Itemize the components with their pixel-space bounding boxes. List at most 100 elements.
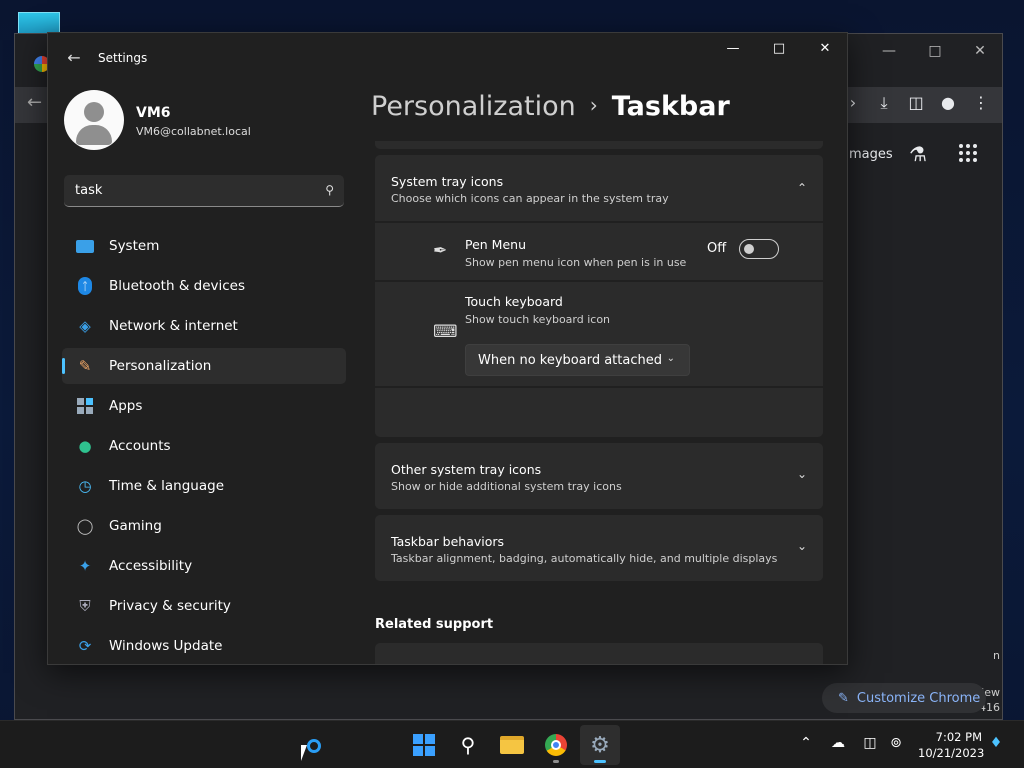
minimize-icon[interactable]: —: [718, 41, 748, 61]
google-apps-icon[interactable]: [959, 144, 977, 162]
brush-icon: ✎: [78, 357, 92, 375]
settings-search-box[interactable]: ⚲: [64, 175, 344, 207]
taskbar-clock[interactable]: 7:02 PM 10/21/2023: [918, 729, 984, 761]
start-button[interactable]: [404, 725, 444, 765]
sidebar-item-label: System: [109, 238, 160, 254]
chevron-up-icon[interactable]: ⌃: [797, 181, 807, 195]
chevron-right-icon: ›: [589, 93, 598, 117]
customize-chrome-label: Customize Chrome: [856, 690, 981, 706]
other-tray-title: Other system tray icons: [391, 462, 542, 477]
sidebar-item-accessibility[interactable]: ✦ Accessibility: [62, 548, 346, 584]
maximize-icon[interactable]: □: [764, 41, 794, 61]
sidebar-item-time-language[interactable]: ◷ Time & language: [62, 468, 346, 504]
pen-menu-row: ✒ Pen Menu Show pen menu icon when pen i…: [375, 223, 823, 280]
kebab-menu-icon[interactable]: ⋮: [969, 93, 993, 112]
onedrive-icon[interactable]: ☁: [828, 735, 848, 751]
other-tray-expander[interactable]: Other system tray icons Show or hide add…: [375, 443, 823, 509]
sidebar-item-label: Gaming: [109, 518, 162, 534]
cortana-icon[interactable]: [307, 739, 321, 753]
search-icon[interactable]: ⚲: [325, 183, 334, 197]
related-support-card[interactable]: [375, 643, 823, 664]
sidebar-item-system[interactable]: System: [62, 228, 346, 264]
shield-icon: ⛨: [79, 597, 91, 615]
settings-taskbar-button[interactable]: ⚙: [580, 725, 620, 765]
sidebar-item-label: Accounts: [109, 438, 171, 454]
sidebar-item-apps[interactable]: Apps: [62, 388, 346, 424]
sidebar-item-windows-update[interactable]: ⟳ Windows Update: [62, 628, 346, 664]
sidebar-nav: System ᛏ Bluetooth & devices ◈ Network &…: [62, 228, 346, 664]
chrome-back-icon[interactable]: ←: [27, 92, 42, 113]
breadcrumb: Personalization › Taskbar: [371, 91, 730, 122]
chevron-up-icon[interactable]: ⌃: [796, 735, 816, 751]
touch-keyboard-dropdown[interactable]: When no keyboard attached ⌄: [465, 344, 690, 376]
edge-text: n: [993, 649, 1000, 662]
system-tray-expander[interactable]: System tray icons Choose which icons can…: [375, 155, 823, 221]
chrome-close-icon[interactable]: ✕: [970, 43, 990, 59]
user-email: VM6@collabnet.local: [136, 125, 251, 138]
pen-menu-title: Pen Menu: [465, 237, 526, 252]
app-title: Settings: [98, 51, 148, 65]
customize-chrome-button[interactable]: ✎ Customize Chrome: [822, 683, 986, 713]
related-support-heading: Related support: [375, 617, 494, 632]
sidebar-item-privacy[interactable]: ⛨ Privacy & security: [62, 588, 346, 624]
avatar[interactable]: [64, 90, 124, 150]
person-icon: ●: [78, 437, 92, 455]
sidebar-item-label: Windows Update: [109, 638, 223, 654]
profile-icon[interactable]: ●: [936, 93, 960, 112]
touch-keyboard-row: ⌨ Touch keyboard Show touch keyboard ico…: [375, 282, 823, 386]
download-icon[interactable]: ⤓: [872, 93, 896, 113]
gamepad-icon: ◯: [76, 517, 94, 535]
user-name: VM6: [136, 105, 171, 121]
back-arrow-icon[interactable]: ←: [64, 48, 84, 67]
pen-menu-desc: Show pen menu icon when pen is in use: [465, 256, 687, 269]
search-button[interactable]: ⚲: [448, 725, 488, 765]
labs-flask-icon[interactable]: ⚗: [909, 142, 927, 166]
chevron-down-icon[interactable]: ⌄: [797, 539, 807, 553]
taskbar-behaviors-title: Taskbar behaviors: [391, 534, 505, 549]
globe-clock-icon: ◷: [78, 477, 92, 495]
settings-window: ← Settings — □ ✕ VM6 VM6@collabnet.local…: [47, 32, 848, 665]
system-tray-desc: Choose which icons can appear in the sys…: [391, 192, 669, 205]
images-link[interactable]: mages: [849, 147, 893, 162]
chevron-down-icon[interactable]: ⌄: [797, 467, 807, 481]
accessibility-icon: ✦: [78, 557, 92, 575]
sidebar-item-label: Time & language: [109, 478, 225, 494]
display-icon[interactable]: ◫: [860, 735, 880, 751]
sidebar-item-accounts[interactable]: ● Accounts: [62, 428, 346, 464]
chevron-down-icon: ⌄: [666, 353, 675, 364]
sidebar-item-network[interactable]: ◈ Network & internet: [62, 308, 346, 344]
taskbar-behaviors-desc: Taskbar alignment, badging, automaticall…: [391, 552, 778, 565]
touch-keyboard-desc: Show touch keyboard icon: [465, 313, 611, 326]
pencil-icon: ✎: [838, 690, 849, 706]
page-title: Taskbar: [611, 91, 730, 122]
pen-menu-toggle[interactable]: [739, 239, 779, 259]
chrome-maximize-icon[interactable]: □: [925, 43, 945, 59]
chrome-taskbar-button[interactable]: [536, 725, 576, 765]
close-icon[interactable]: ✕: [810, 41, 840, 61]
title-bar: ← Settings — □ ✕: [48, 33, 847, 83]
sidebar-item-bluetooth[interactable]: ᛏ Bluetooth & devices: [62, 268, 346, 304]
sidebar-item-label: Apps: [109, 398, 143, 414]
monitor-icon: [75, 236, 95, 256]
apps-icon: [75, 396, 95, 416]
previous-card-edge: [375, 141, 823, 149]
chrome-minimize-icon[interactable]: —: [879, 43, 899, 59]
network-disconnected-icon[interactable]: ⊚: [886, 735, 906, 751]
wifi-icon: ◈: [79, 317, 91, 335]
chrome-icon: [545, 734, 567, 756]
sidebar-item-gaming[interactable]: ◯ Gaming: [62, 508, 346, 544]
breadcrumb-parent[interactable]: Personalization: [371, 91, 576, 122]
taskbar-behaviors-expander[interactable]: Taskbar behaviors Taskbar alignment, bad…: [375, 515, 823, 581]
system-tray-title: System tray icons: [391, 174, 504, 189]
search-input[interactable]: [64, 175, 304, 205]
taskbar: ⚲ ⚙ ⌃ ☁ ◫ ⊚ 7:02 PM 10/21/2023 ♦: [0, 720, 1024, 768]
mouse-cursor-icon: [301, 745, 307, 761]
side-panel-icon[interactable]: ◫: [904, 93, 928, 112]
sidebar-item-personalization[interactable]: ✎ Personalization: [62, 348, 346, 384]
file-explorer-button[interactable]: [492, 725, 532, 765]
windows-logo-icon: [413, 734, 435, 756]
notification-bell-icon[interactable]: ♦: [986, 735, 1006, 751]
sidebar-item-label: Privacy & security: [109, 598, 231, 614]
search-icon: ⚲: [460, 733, 476, 757]
bluetooth-icon: ᛏ: [75, 276, 95, 296]
